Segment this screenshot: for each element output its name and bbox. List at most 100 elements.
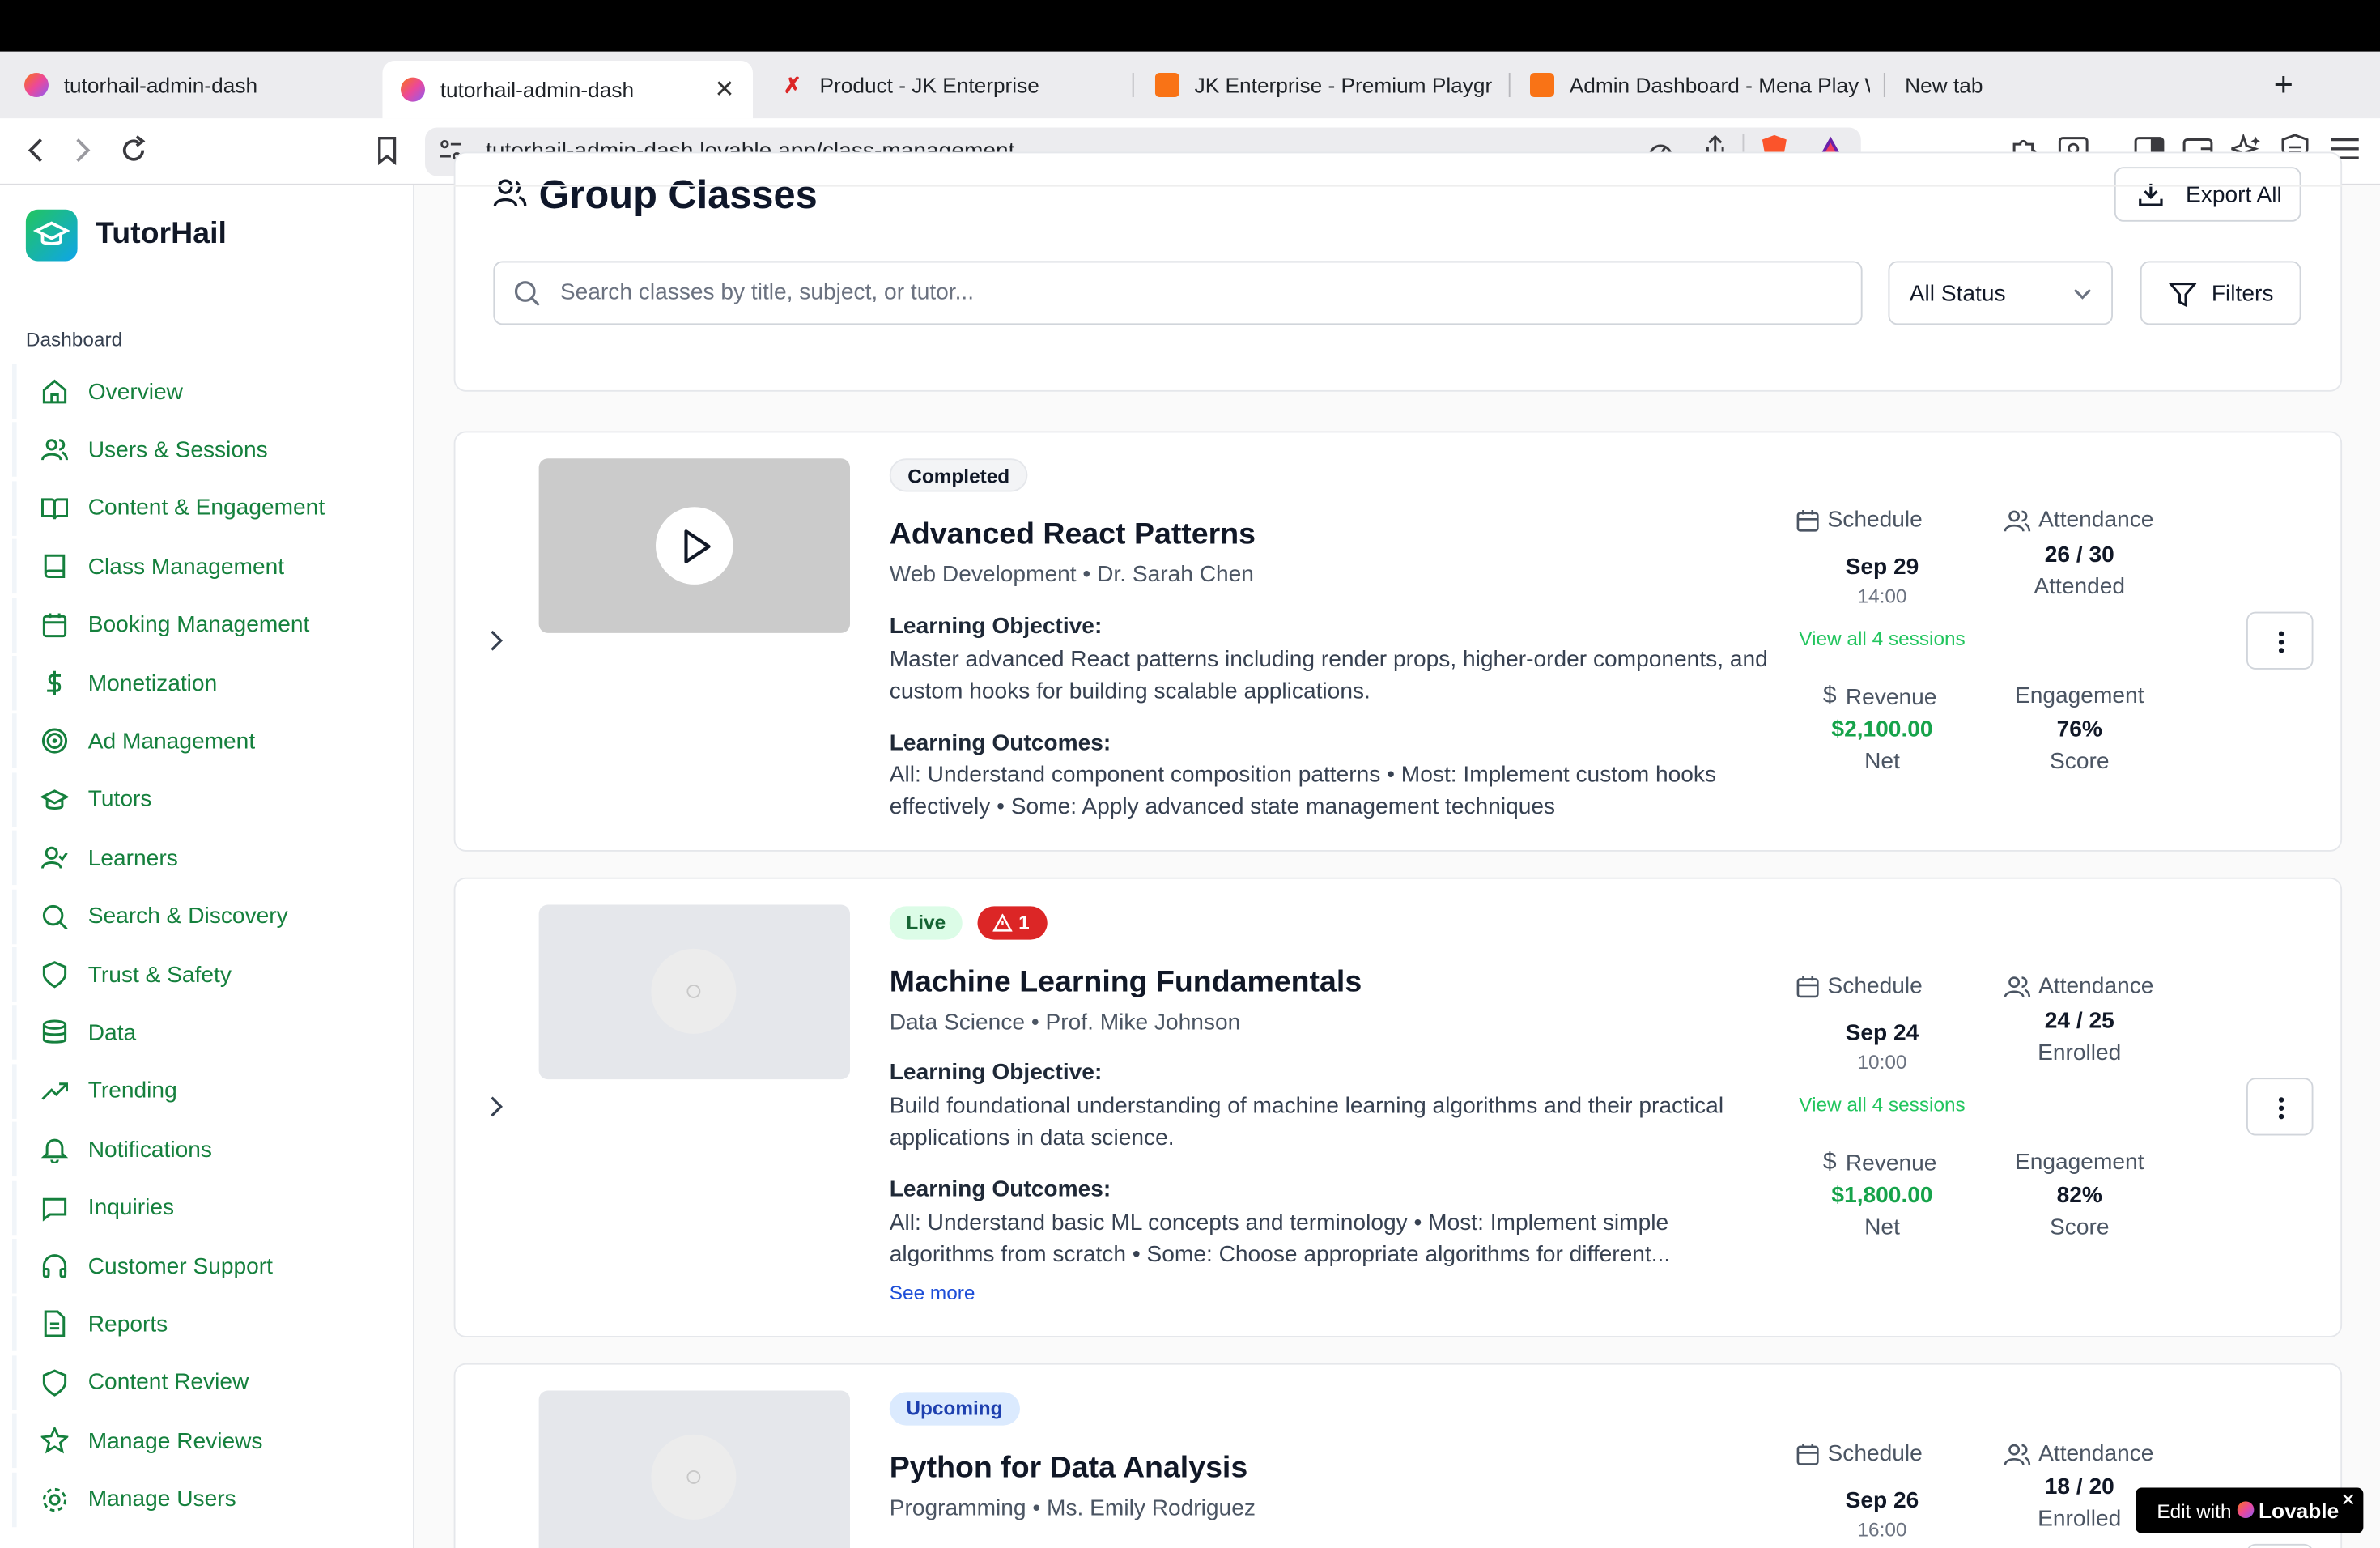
status-select[interactable]: All Status <box>1888 261 2113 325</box>
filters-button[interactable]: Filters <box>2140 261 2301 325</box>
calendar-icon <box>1796 509 1819 531</box>
sidebar-item-inquiries[interactable]: Inquiries <box>12 1180 401 1235</box>
class-title[interactable]: Python for Data Analysis <box>890 1452 1247 1486</box>
sidebar-item-label: Booking Management <box>87 611 310 638</box>
export-all-button[interactable]: Export All <box>2114 167 2301 222</box>
browser-tab[interactable]: JK Enterprise - Premium Playgro <box>1154 52 1493 119</box>
class-thumbnail[interactable] <box>538 904 850 1080</box>
revenue-net: Net <box>1864 748 1900 775</box>
jk-favicon-icon: ✗ <box>783 73 801 97</box>
sidebar-item-manage-reviews[interactable]: Manage Reviews <box>12 1413 401 1469</box>
sidebar-item-manage-users[interactable]: Manage Users <box>12 1471 401 1527</box>
sidebar-item-label: Content Review <box>87 1369 249 1396</box>
close-icon[interactable]: ✕ <box>2340 1489 2356 1510</box>
edit-with-lovable-badge[interactable]: Edit with Lovable ✕ <box>2136 1487 2364 1533</box>
warning-icon <box>992 913 1013 932</box>
browser-tab-active[interactable]: tutorhail-admin-dash ✕ <box>382 61 753 119</box>
file-text-icon <box>44 1311 66 1338</box>
lovable-heart-icon <box>2237 1501 2255 1518</box>
more-options-button[interactable] <box>2246 1543 2314 1548</box>
more-options-button[interactable] <box>2246 611 2314 670</box>
calendar-icon <box>1796 975 1819 997</box>
play-button[interactable] <box>656 507 733 585</box>
back-icon[interactable] <box>24 135 49 166</box>
see-more-link[interactable]: See more <box>890 1282 975 1304</box>
browser-tab[interactable]: tutorhail-admin-dash <box>24 52 371 119</box>
forward-icon[interactable] <box>70 135 94 166</box>
sidebar-item-trending[interactable]: Trending <box>12 1063 401 1119</box>
schedule-header: Schedule <box>1796 1440 1923 1466</box>
users-icon <box>493 179 527 207</box>
window-top-bar <box>0 0 2380 52</box>
class-title[interactable]: Advanced React Patterns <box>890 517 1256 552</box>
sidebar-item-overview[interactable]: Overview <box>12 364 401 419</box>
sidebar-item-label: Inquiries <box>87 1194 175 1221</box>
tab-separator <box>1508 73 1511 97</box>
sidebar-item-search-discovery[interactable]: Search & Discovery <box>12 888 401 944</box>
browser-tab[interactable]: Admin Dashboard - Mena Play W <box>1530 52 1870 119</box>
schedule-time: 16:00 <box>1857 1518 1907 1542</box>
alert-badge[interactable]: 1 <box>977 906 1048 940</box>
sidebar-item-class-management[interactable]: Class Management <box>12 538 401 594</box>
sidebar-item-content-engagement[interactable]: Content & Engagement <box>12 480 401 536</box>
users-icon <box>2004 509 2031 531</box>
home-icon <box>42 379 67 404</box>
more-options-button[interactable] <box>2246 1078 2314 1136</box>
sidebar-item-data[interactable]: Data <box>12 1005 401 1061</box>
class-title[interactable]: Machine Learning Fundamentals <box>890 966 1362 1001</box>
reload-icon[interactable] <box>117 134 150 167</box>
sidebar-item-reports[interactable]: Reports <box>12 1296 401 1352</box>
bell-icon <box>40 1138 69 1163</box>
sidebar-item-trust-safety[interactable]: Trust & Safety <box>12 947 401 1002</box>
sidebar-item-label: Manage Users <box>87 1486 236 1512</box>
engagement-score: Score <box>2050 748 2110 775</box>
target-icon <box>41 729 68 755</box>
attendance-value: 24 / 25 <box>2044 1008 2114 1034</box>
view-sessions-link[interactable]: View all 4 sessions <box>1776 627 1989 649</box>
sidebar-item-label: Class Management <box>87 553 285 580</box>
schedule-date: Sep 26 <box>1845 1487 1919 1514</box>
new-tab-plus-icon[interactable]: + <box>2274 52 2305 119</box>
close-tab-icon[interactable]: ✕ <box>714 74 734 105</box>
placeholder-image-icon <box>651 948 737 1034</box>
class-thumbnail[interactable] <box>538 1390 850 1548</box>
sidebar-item-customer-support[interactable]: Customer Support <box>12 1239 401 1294</box>
browser-tab[interactable]: ✗ Product - JK Enterprise <box>780 52 1115 119</box>
section-label: Dashboard <box>25 328 123 351</box>
brand-name: TutorHail <box>96 217 227 251</box>
outcomes-text: All: Understand basic ML concepts and te… <box>889 1210 1671 1268</box>
revenue-label: Revenue <box>1845 1150 1937 1176</box>
objective-label: Learning Objective: <box>889 613 1103 640</box>
chevron-right-icon[interactable] <box>486 1093 507 1121</box>
outcomes-label: Learning Outcomes: <box>889 1176 1111 1202</box>
view-sessions-link[interactable]: View all 4 sessions <box>1776 1093 1989 1116</box>
engagement-label: Engagement <box>2014 683 2144 709</box>
sidebar-item-ad-management[interactable]: Ad Management <box>12 713 401 769</box>
chevron-right-icon[interactable] <box>486 627 507 654</box>
schedule-label: Schedule <box>1827 1440 1923 1467</box>
sidebar-item-booking-management[interactable]: Booking Management <box>12 597 401 653</box>
tab-title: JK Enterprise - Premium Playgro <box>1194 73 1493 97</box>
attendance-label: Attendance <box>2038 972 2154 999</box>
sidebar-item-monetization[interactable]: Monetization <box>12 656 401 711</box>
bookmark-icon[interactable] <box>373 135 401 166</box>
revenue-header: $ Revenue <box>1823 1149 1937 1176</box>
schedule-header: Schedule <box>1796 507 1923 533</box>
sidebar-item-learners[interactable]: Learners <box>12 830 401 886</box>
sidebar-item-tutors[interactable]: Tutors <box>12 772 401 827</box>
shield-icon <box>42 1369 67 1397</box>
tab-separator <box>1883 73 1885 97</box>
sidebar-item-content-review[interactable]: Content Review <box>12 1354 401 1410</box>
browser-tab[interactable]: New tab <box>1905 52 2087 119</box>
sidebar-item-label: Overview <box>87 378 183 405</box>
search-icon <box>514 281 540 307</box>
class-subtitle: Web Development • Dr. Sarah Chen <box>889 561 1254 588</box>
status-badge: Completed <box>889 458 1028 492</box>
sidebar-item-notifications[interactable]: Notifications <box>12 1121 401 1177</box>
sidebar-item-users-sessions[interactable]: Users & Sessions <box>12 422 401 478</box>
headphones-icon <box>42 1254 67 1278</box>
lovable-prefix: Edit with <box>2157 1499 2232 1523</box>
tutorhail-logo <box>25 209 78 262</box>
engagement-score: Score <box>2050 1214 2110 1240</box>
class-thumbnail[interactable] <box>538 458 850 633</box>
